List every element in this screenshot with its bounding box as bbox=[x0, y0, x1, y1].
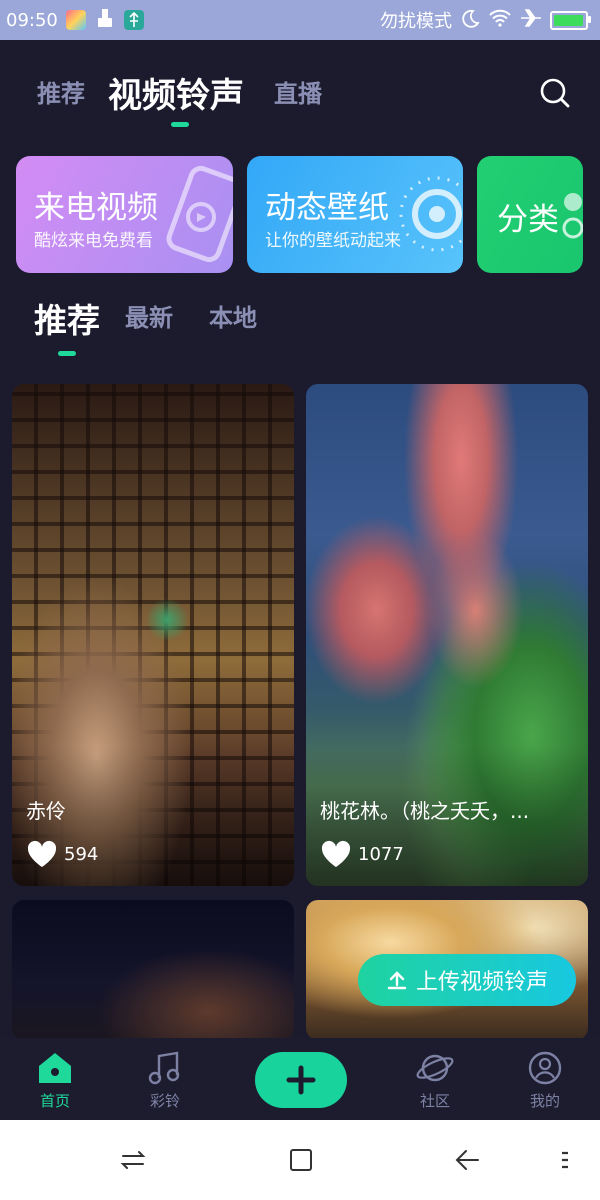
nav-community[interactable]: 社区 bbox=[395, 1050, 475, 1111]
battery-icon bbox=[550, 10, 591, 30]
search-icon bbox=[540, 78, 570, 108]
video-likes: 594 bbox=[26, 840, 98, 868]
heart-icon bbox=[27, 840, 57, 867]
tab-live[interactable]: 直播 bbox=[274, 74, 322, 109]
top-tabs: 推荐 视频铃声 直播 bbox=[0, 56, 600, 136]
wifi-icon bbox=[488, 8, 512, 33]
like-count: 594 bbox=[64, 843, 99, 865]
card-title: 来电视频 bbox=[34, 190, 158, 226]
heart-icon bbox=[321, 840, 351, 867]
nav-home[interactable]: 首页 bbox=[15, 1050, 95, 1111]
card-title: 动态壁纸 bbox=[265, 190, 389, 226]
subtab-indicator bbox=[58, 351, 76, 356]
phone-video-icon bbox=[166, 165, 233, 263]
moon-icon bbox=[460, 8, 480, 33]
status-time: 09:50 bbox=[6, 9, 58, 31]
planet-icon bbox=[416, 1054, 454, 1082]
search-button[interactable] bbox=[538, 76, 574, 112]
video-title: 赤伶 bbox=[26, 799, 66, 823]
upload-icon bbox=[387, 971, 407, 990]
home-icon bbox=[39, 1053, 71, 1083]
switch-apps-icon[interactable] bbox=[120, 1147, 146, 1173]
back-icon[interactable] bbox=[454, 1147, 480, 1173]
bottom-nav: 首页 彩铃 社区 我的 bbox=[0, 1038, 600, 1120]
upload-label: 上传视频铃声 bbox=[415, 970, 548, 995]
card-title: 分类 bbox=[497, 202, 559, 238]
system-nav-bar bbox=[0, 1120, 600, 1200]
nav-label: 首页 bbox=[39, 1092, 70, 1110]
active-tab-indicator bbox=[171, 122, 189, 127]
status-bar: 09:50 勿扰模式 bbox=[0, 0, 600, 40]
video-card[interactable] bbox=[12, 900, 294, 1040]
brush-icon bbox=[94, 7, 116, 34]
video-likes: 1077 bbox=[320, 840, 404, 868]
plus-icon bbox=[286, 1065, 316, 1095]
subtab-recommend[interactable]: 推荐 bbox=[34, 294, 100, 342]
nav-label: 社区 bbox=[419, 1092, 450, 1110]
nav-ringtone[interactable]: 彩铃 bbox=[125, 1050, 205, 1111]
user-icon bbox=[528, 1051, 562, 1085]
wallpaper-ring-icon bbox=[399, 176, 463, 252]
card-subtitle: 酷炫来电免费看 bbox=[34, 231, 153, 251]
home-square-icon[interactable] bbox=[288, 1147, 314, 1173]
video-title: 桃花林。（桃之夭夭，... bbox=[320, 799, 530, 823]
category-card[interactable]: 分类 bbox=[477, 156, 583, 273]
video-card[interactable]: 桃花林。（桃之夭夭，... 1077 bbox=[306, 384, 588, 886]
tab-recommend[interactable]: 推荐 bbox=[37, 74, 85, 109]
live-wallpaper-card[interactable]: 动态壁纸 让你的壁纸动起来 bbox=[247, 156, 463, 273]
dnd-label: 勿扰模式 bbox=[380, 11, 452, 32]
app-notification-icon bbox=[65, 10, 86, 30]
music-icon bbox=[148, 1051, 180, 1085]
create-button[interactable] bbox=[255, 1052, 347, 1108]
incoming-call-video-card[interactable]: 来电视频 酷炫来电免费看 bbox=[16, 156, 233, 273]
tab-video-ringtone[interactable]: 视频铃声 bbox=[108, 68, 244, 117]
nav-profile[interactable]: 我的 bbox=[505, 1050, 585, 1111]
nav-label: 我的 bbox=[529, 1092, 560, 1110]
subtab-latest[interactable]: 最新 bbox=[125, 298, 173, 333]
subtab-local[interactable]: 本地 bbox=[209, 298, 257, 333]
menu-dots-icon[interactable] bbox=[558, 1147, 572, 1173]
card-subtitle: 让你的壁纸动起来 bbox=[265, 231, 401, 251]
usb-icon bbox=[123, 10, 144, 30]
video-card[interactable]: 赤伶 594 bbox=[12, 384, 294, 886]
upload-video-ringtone-button[interactable]: 上传视频铃声 bbox=[358, 954, 576, 1006]
airplane-icon bbox=[520, 8, 542, 33]
like-count: 1077 bbox=[358, 843, 404, 865]
nav-label: 彩铃 bbox=[149, 1092, 180, 1110]
